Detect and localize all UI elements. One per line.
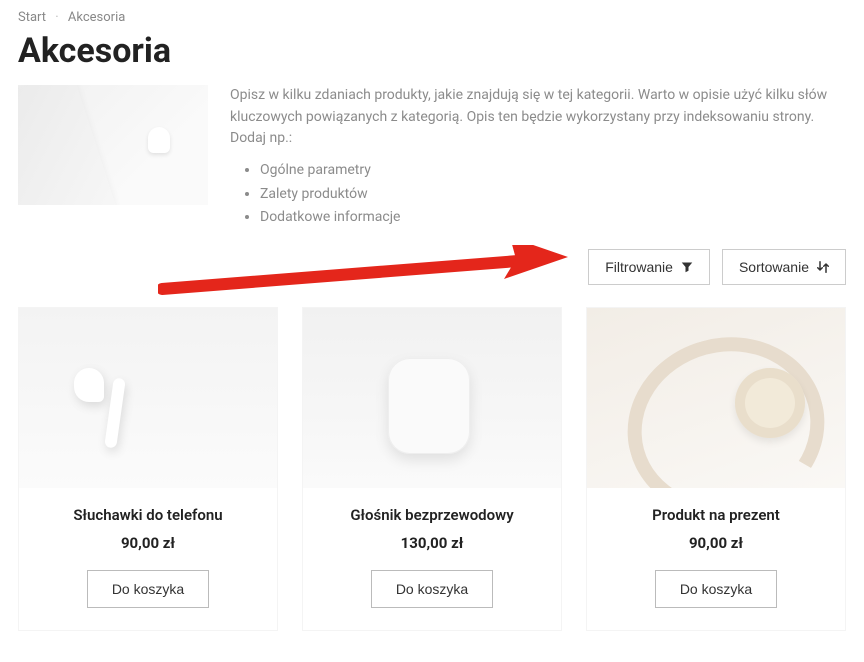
filter-button[interactable]: Filtrowanie: [588, 249, 710, 285]
product-name: Słuchawki do telefonu: [29, 506, 267, 524]
toolbar: Filtrowanie Sortowanie: [18, 249, 846, 285]
add-to-cart-button[interactable]: Do koszyka: [655, 570, 777, 608]
product-name: Głośnik bezprzewodowy: [313, 506, 551, 524]
product-body: Słuchawki do telefonu 90,00 zł Do koszyk…: [19, 488, 277, 630]
product-body: Produkt na prezent 90,00 zł Do koszyka: [587, 488, 845, 630]
product-price: 90,00 zł: [597, 534, 835, 552]
bullet-item: Dodatkowe informacje: [260, 207, 846, 229]
product-image: [303, 308, 561, 488]
page-title: Akcesoria: [18, 31, 846, 71]
product-card[interactable]: Słuchawki do telefonu 90,00 zł Do koszyk…: [18, 307, 278, 631]
breadcrumb: Start · Akcesoria: [18, 10, 846, 25]
product-image: [587, 308, 845, 488]
category-bullets: Ogólne parametry Zalety produktów Dodatk…: [230, 160, 846, 229]
product-price: 90,00 zł: [29, 534, 267, 552]
category-description: Opisz w kilku zdaniach produkty, jakie z…: [18, 85, 846, 231]
annotation-arrow: [158, 245, 568, 301]
bullet-item: Ogólne parametry: [260, 160, 846, 182]
category-text: Opisz w kilku zdaniach produkty, jakie z…: [230, 85, 846, 231]
product-grid: Słuchawki do telefonu 90,00 zł Do koszyk…: [18, 307, 846, 631]
bullet-item: Zalety produktów: [260, 184, 846, 206]
breadcrumb-home[interactable]: Start: [18, 10, 46, 25]
breadcrumb-current: Akcesoria: [68, 10, 125, 25]
add-to-cart-button[interactable]: Do koszyka: [87, 570, 209, 608]
filter-icon: [681, 261, 693, 273]
product-body: Głośnik bezprzewodowy 130,00 zł Do koszy…: [303, 488, 561, 630]
sort-label: Sortowanie: [739, 259, 809, 275]
product-price: 130,00 zł: [313, 534, 551, 552]
product-image: [19, 308, 277, 488]
sort-icon: [817, 260, 829, 274]
add-to-cart-button[interactable]: Do koszyka: [371, 570, 493, 608]
product-card[interactable]: Produkt na prezent 90,00 zł Do koszyka: [586, 307, 846, 631]
product-name: Produkt na prezent: [597, 506, 835, 524]
category-image: [18, 85, 208, 205]
product-card[interactable]: Głośnik bezprzewodowy 130,00 zł Do koszy…: [302, 307, 562, 631]
sort-button[interactable]: Sortowanie: [722, 249, 846, 285]
breadcrumb-separator: ·: [55, 10, 58, 25]
category-intro: Opisz w kilku zdaniach produkty, jakie z…: [230, 85, 846, 150]
filter-label: Filtrowanie: [605, 259, 673, 275]
